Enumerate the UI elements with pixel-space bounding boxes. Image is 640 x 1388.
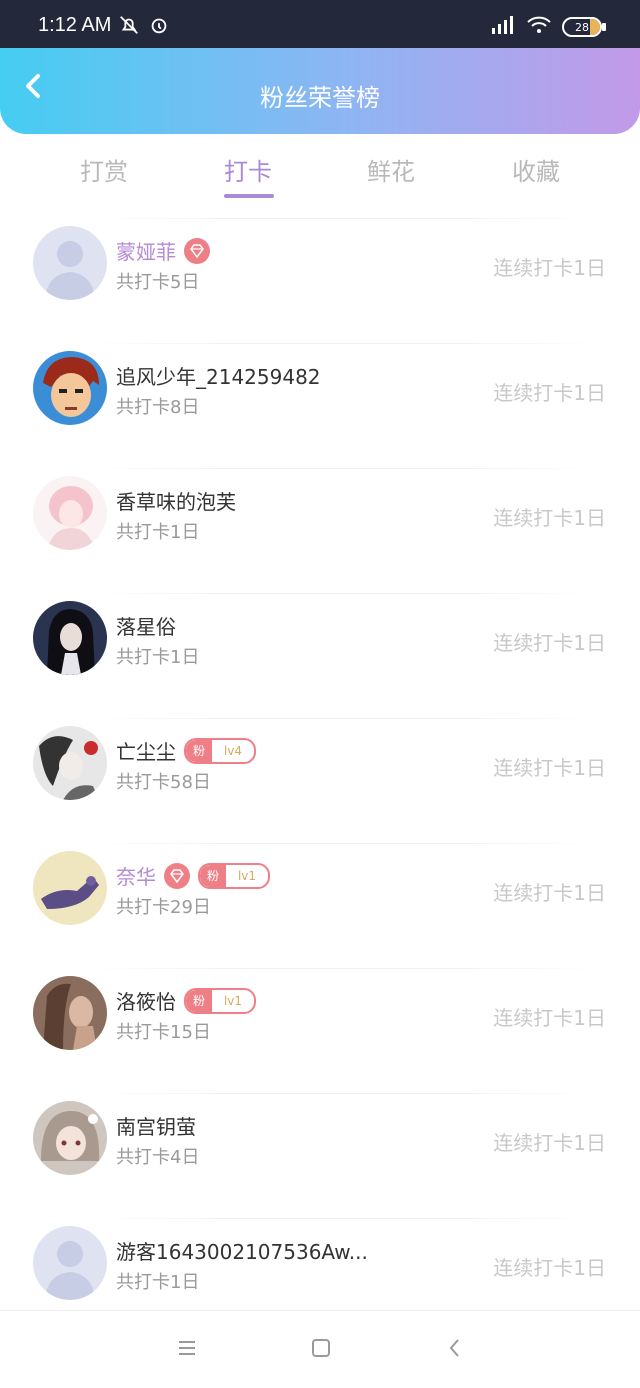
avatar[interactable] <box>33 976 107 1050</box>
user-name: 亡尘尘 <box>116 740 176 764</box>
avatar[interactable] <box>33 1101 107 1175</box>
user-name: 香草味的泡芙 <box>116 490 236 514</box>
total-checkins: 共打卡29日 <box>116 897 211 918</box>
user-name: 洛筱怡 <box>116 990 176 1014</box>
streak-text: 连续打卡1日 <box>493 381 606 405</box>
fan-badge-label: 粉 <box>186 739 212 762</box>
list-item[interactable]: 洛筱怡 粉 lv1 共打卡15日 连续打卡1日 <box>0 968 640 1093</box>
alarm-icon <box>148 14 170 40</box>
streak-text: 连续打卡1日 <box>493 1256 606 1280</box>
streak-text: 连续打卡1日 <box>493 256 606 280</box>
tab-favorites[interactable]: 收藏 <box>476 152 596 187</box>
list-item[interactable]: 香草味的泡芙 共打卡1日 连续打卡1日 <box>0 468 640 593</box>
tab-active-indicator <box>224 194 274 198</box>
fan-list: 蒙娅菲 共打卡5日 连续打卡1日 追风少年_214259482 共打卡8日 连续… <box>0 218 640 1343</box>
fan-badge-level: lv1 <box>237 868 257 883</box>
fan-badge-level: lv4 <box>223 743 243 758</box>
total-checkins: 共打卡1日 <box>116 522 200 543</box>
avatar[interactable] <box>33 226 107 300</box>
tab-reward[interactable]: 打赏 <box>44 152 164 187</box>
wifi-icon <box>526 14 552 40</box>
fan-badge-level: lv1 <box>223 993 243 1008</box>
avatar[interactable] <box>33 351 107 425</box>
list-item[interactable]: 亡尘尘 粉 lv4 共打卡58日 连续打卡1日 <box>0 718 640 843</box>
tab-flowers[interactable]: 鲜花 <box>331 152 451 187</box>
user-name: 蒙娅菲 <box>116 240 176 264</box>
avatar[interactable] <box>33 851 107 925</box>
avatar[interactable] <box>33 476 107 550</box>
streak-text: 连续打卡1日 <box>493 1131 606 1155</box>
fan-badge-label: 粉 <box>200 864 226 887</box>
total-checkins: 共打卡4日 <box>116 1147 200 1168</box>
total-checkins: 共打卡15日 <box>116 1022 211 1043</box>
home-icon[interactable] <box>310 1337 332 1363</box>
user-name: 奈华 <box>116 865 156 889</box>
total-checkins: 共打卡8日 <box>116 397 200 418</box>
status-left-icons <box>118 14 170 40</box>
back-nav-icon[interactable] <box>444 1337 466 1363</box>
total-checkins: 共打卡58日 <box>116 772 211 793</box>
signal-icon <box>490 14 516 40</box>
list-item[interactable]: 追风少年_214259482 共打卡8日 连续打卡1日 <box>0 343 640 468</box>
list-item[interactable]: 南宫钥萤 共打卡4日 连续打卡1日 <box>0 1093 640 1218</box>
streak-text: 连续打卡1日 <box>493 881 606 905</box>
streak-text: 连续打卡1日 <box>493 506 606 530</box>
user-name: 追风少年_214259482 <box>116 365 321 389</box>
fan-level-badge: 粉 lv1 <box>184 987 256 1014</box>
user-name: 游客1643002107536Aw... <box>116 1240 368 1264</box>
system-nav-bar <box>0 1310 640 1388</box>
tab-bar: 打赏 打卡 鲜花 收藏 <box>0 134 640 218</box>
status-time: 1:12 AM <box>38 14 112 36</box>
list-item[interactable]: 落星俗 共打卡1日 连续打卡1日 <box>0 593 640 718</box>
page-title: 粉丝荣誉榜 <box>260 84 380 112</box>
fan-badge-label: 粉 <box>186 989 212 1012</box>
streak-text: 连续打卡1日 <box>493 756 606 780</box>
fan-level-badge: 粉 lv4 <box>184 737 256 764</box>
total-checkins: 共打卡1日 <box>116 1272 200 1293</box>
battery-icon: 28 <box>562 17 606 37</box>
streak-text: 连续打卡1日 <box>493 631 606 655</box>
status-bar: 1:12 AM 28 <box>0 0 640 48</box>
tab-checkin[interactable]: 打卡 <box>188 152 308 187</box>
diamond-icon <box>164 862 190 889</box>
avatar[interactable] <box>33 726 107 800</box>
list-item[interactable]: 蒙娅菲 共打卡5日 连续打卡1日 <box>0 218 640 343</box>
header: 粉丝荣誉榜 <box>0 48 640 134</box>
total-checkins: 共打卡5日 <box>116 272 200 293</box>
fan-level-badge: 粉 lv1 <box>198 862 270 889</box>
avatar[interactable] <box>33 601 107 675</box>
diamond-icon <box>184 237 210 264</box>
status-right-icons: 28 <box>490 14 606 40</box>
user-name: 南宫钥萤 <box>116 1115 196 1139</box>
avatar[interactable] <box>33 1226 107 1300</box>
battery-level: 28 <box>575 20 589 34</box>
list-item[interactable]: 奈华 粉 lv1 共打卡29日 连续打卡1日 <box>0 843 640 968</box>
streak-text: 连续打卡1日 <box>493 1006 606 1030</box>
mute-bell-icon <box>118 14 140 40</box>
menu-icon[interactable] <box>176 1337 198 1363</box>
total-checkins: 共打卡1日 <box>116 647 200 668</box>
user-name: 落星俗 <box>116 615 176 639</box>
